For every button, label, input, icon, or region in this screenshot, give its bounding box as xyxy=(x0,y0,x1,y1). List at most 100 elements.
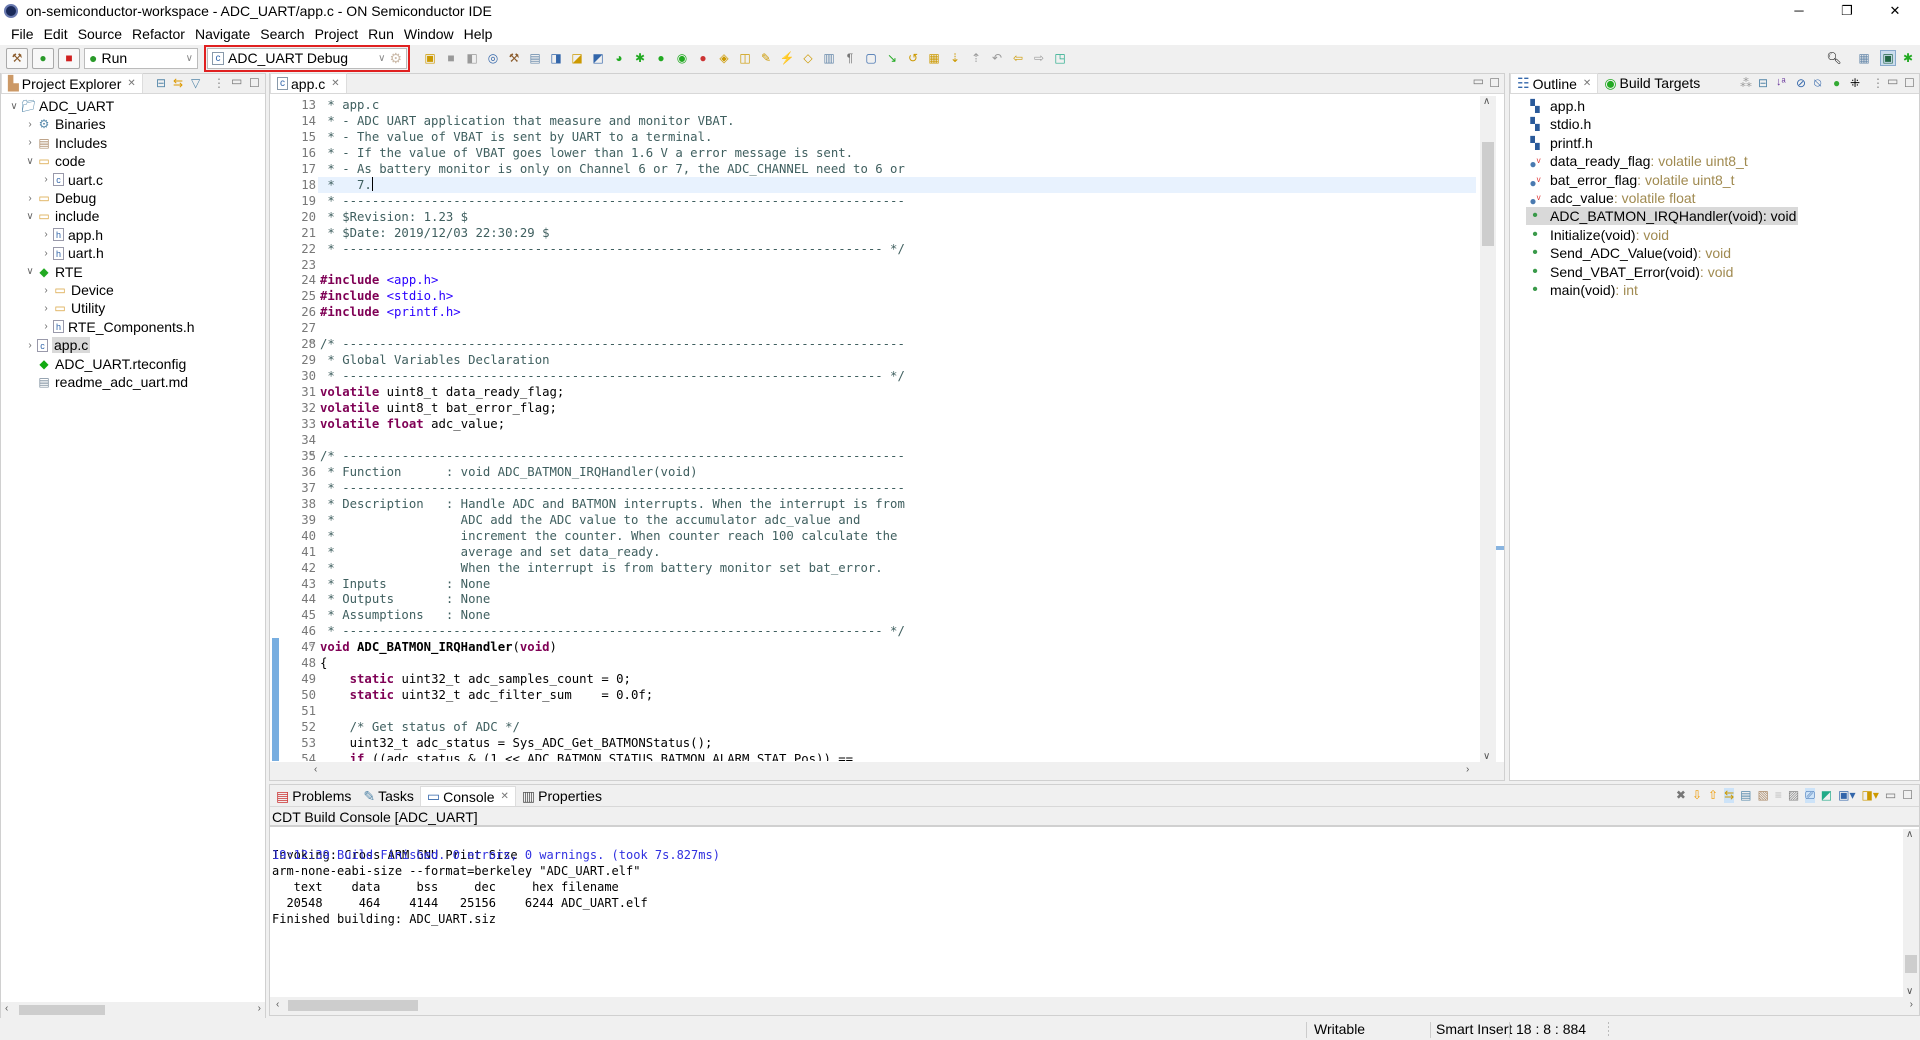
run-icon[interactable]: ● xyxy=(653,50,669,66)
tree-item-code[interactable]: ∨ ▭ code xyxy=(23,152,85,170)
maximize-icon[interactable]: ☐ xyxy=(1902,788,1913,803)
tab-tasks[interactable]: ✎ Tasks xyxy=(357,786,420,806)
open-console-icon[interactable]: ◩ xyxy=(1821,788,1832,803)
tree-item-include[interactable]: ∨ ▭ include xyxy=(23,207,99,225)
hide-fields-icon[interactable]: ⁂ xyxy=(1740,76,1752,90)
console-output[interactable]: Invoking: Cross ARM GNU Print Size arm-no… xyxy=(272,831,1892,997)
menu-help[interactable]: Help xyxy=(459,26,498,42)
menu-project[interactable]: Project xyxy=(310,26,364,42)
collapse-all-icon[interactable]: ⊟ xyxy=(1758,76,1768,90)
tab-problems[interactable]: ▤ Problems xyxy=(270,786,357,806)
copy-build-log-icon[interactable]: ▤ xyxy=(1740,788,1751,803)
hide-macros-icon[interactable]: ● xyxy=(1833,76,1840,90)
tree-item-app-c[interactable]: › c app.c xyxy=(23,336,91,354)
fold-toggle-icon[interactable]: ⊖ xyxy=(309,446,314,462)
chevron-right-icon[interactable]: › xyxy=(39,303,53,314)
outline-item[interactable]: ▚ stdio.h xyxy=(1528,115,1591,133)
menu-window[interactable]: Window xyxy=(399,26,459,42)
tree-item-binaries[interactable]: › ⚙ Binaries xyxy=(23,115,105,133)
new-icon[interactable]: ▣ xyxy=(422,50,438,66)
maximize-icon[interactable]: ☐ xyxy=(1904,76,1915,90)
target-icon[interactable]: ◎ xyxy=(485,50,501,66)
scrollbar-thumb[interactable] xyxy=(19,1005,105,1015)
tree-item-device[interactable]: › ▭ Device xyxy=(39,281,113,299)
chevron-right-icon[interactable]: › xyxy=(39,174,53,185)
tab-properties[interactable]: ▥ Properties xyxy=(516,786,608,806)
toggle-mark-occurrences-icon[interactable]: ⚡ xyxy=(779,50,795,66)
launch-mode-select[interactable]: ● Run ∨ xyxy=(84,47,198,69)
display-console-icon[interactable]: ▣▾ xyxy=(1838,788,1855,803)
outline-item[interactable]: ●v bat_error_flag : volatile uint8_t xyxy=(1528,171,1734,190)
new-c-file-icon[interactable]: ◩ xyxy=(590,50,606,66)
console-horizontal-scrollbar[interactable]: ‹ › xyxy=(270,997,1919,1015)
remove-launch-icon[interactable]: ✖ xyxy=(1676,788,1686,803)
next-annotation-icon[interactable]: ⇣ xyxy=(947,50,963,66)
highlight-icon[interactable]: ◇ xyxy=(800,50,816,66)
outline-item[interactable]: ▚ printf.h xyxy=(1528,134,1592,152)
outline-item[interactable]: • ADC_BATMON_IRQHandler(void) : void xyxy=(1526,207,1799,226)
fold-toggle-icon[interactable]: ⊖ xyxy=(309,637,314,653)
build-button[interactable]: ⚒ xyxy=(6,47,28,69)
chevron-right-icon[interactable]: › xyxy=(39,248,53,259)
launch-config-select[interactable]: c ADC_UART Debug ∨ ⚙ xyxy=(207,47,407,69)
last-edit-icon[interactable]: ↶ xyxy=(989,50,1005,66)
tree-item-includes[interactable]: › ▤ Includes xyxy=(23,134,107,152)
search-icon[interactable]: 🔍︎ xyxy=(1826,50,1842,66)
console-vertical-scrollbar[interactable]: ∧ ∨ xyxy=(1903,829,1919,997)
collapse-all-icon[interactable]: ⊟ xyxy=(156,76,166,90)
back-icon[interactable]: ⇦ xyxy=(1010,50,1026,66)
chevron-down-icon[interactable]: ∨ xyxy=(23,156,37,167)
horizontal-scrollbar[interactable]: ‹ › xyxy=(270,762,1504,780)
minimize-icon[interactable]: ▭ xyxy=(1885,788,1896,803)
tree-item-uart-h[interactable]: › h uart.h xyxy=(39,244,103,262)
open-perspective-icon[interactable]: ▦ xyxy=(1856,50,1872,66)
overview-ruler-mark[interactable] xyxy=(1496,546,1504,550)
build-icon[interactable]: ⚒ xyxy=(506,50,522,66)
tab-console[interactable]: ▭ Console ✕ xyxy=(419,786,516,806)
print-size-icon[interactable]: ▤ xyxy=(527,50,543,66)
hide-non-public-icon[interactable]: ⊘ xyxy=(1796,76,1806,90)
pin-icon[interactable]: ↘ xyxy=(884,50,900,66)
lock-icon[interactable]: ▧ xyxy=(1757,788,1768,803)
view-menu-icon[interactable]: ⋮ xyxy=(1872,76,1884,90)
menu-source[interactable]: Source xyxy=(73,26,127,42)
tree-item-adc-uart[interactable]: ∨ 📁︎ ADC_UART xyxy=(7,97,114,115)
save-all-icon[interactable]: ◧ xyxy=(464,50,480,66)
chevron-down-icon[interactable]: ∨ xyxy=(23,266,37,277)
close-icon[interactable]: ✕ xyxy=(127,78,135,89)
outline-item[interactable]: • Initialize(void) : void xyxy=(1528,226,1669,244)
chevron-right-icon[interactable]: › xyxy=(23,340,37,351)
tree-item-uart-c[interactable]: › c uart.c xyxy=(39,171,103,189)
outline-item[interactable]: ▚ app.h xyxy=(1528,97,1585,115)
new-source-folder-icon[interactable]: ◪ xyxy=(569,50,585,66)
minimize-icon[interactable]: ▭ xyxy=(231,74,242,88)
debug-perspective-icon[interactable]: ✱ xyxy=(1900,50,1916,66)
minimize-icon[interactable]: ▭ xyxy=(1473,74,1484,88)
clear-console-icon[interactable]: ▨ xyxy=(1788,788,1799,803)
close-button[interactable]: ✕ xyxy=(1872,0,1918,22)
chevron-right-icon[interactable]: › xyxy=(39,229,53,240)
open-folder-icon[interactable]: ◫ xyxy=(737,50,753,66)
terminal-icon[interactable]: ▢ xyxy=(863,50,879,66)
minimize-icon[interactable]: ▭ xyxy=(1887,74,1898,88)
outline-item[interactable]: ●v adc_value : volatile float xyxy=(1528,189,1695,208)
scrollbar-thumb[interactable] xyxy=(288,1000,418,1011)
tree-item-app-h[interactable]: › h app.h xyxy=(39,226,103,244)
stop-button[interactable]: ■ xyxy=(58,47,80,69)
code-editor[interactable]: 13 * app.c 14 * - ADC UART application th… xyxy=(280,97,1476,761)
outline-item[interactable]: ●v data_ready_flag : volatile uint8_t xyxy=(1528,152,1747,171)
open-type-icon[interactable]: ◈ xyxy=(716,50,732,66)
link-editor-icon[interactable]: ⇆ xyxy=(173,76,183,90)
filter-icon[interactable]: ▽ xyxy=(191,76,200,90)
tree-item-rte-components-h[interactable]: › h RTE_Components.h xyxy=(39,318,194,336)
search-icon[interactable]: ✎ xyxy=(758,50,774,66)
tab-app-c[interactable]: c app.c ✕ xyxy=(270,73,347,93)
fold-toggle-icon[interactable]: ⊖ xyxy=(309,334,314,350)
show-whitespace-icon[interactable]: ¶ xyxy=(842,50,858,66)
maximize-icon[interactable]: ☐ xyxy=(1489,76,1500,90)
chevron-right-icon[interactable]: › xyxy=(23,137,37,148)
hide-static-icon[interactable]: ⍉ xyxy=(1814,76,1821,91)
chevron-right-icon[interactable]: › xyxy=(23,193,37,204)
new-console-icon[interactable]: ◨▾ xyxy=(1862,788,1879,803)
outline-item[interactable]: • Send_VBAT_Error(void) : void xyxy=(1528,263,1733,281)
